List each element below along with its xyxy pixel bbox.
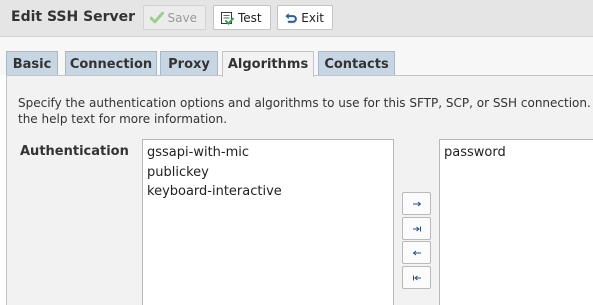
tab-proxy[interactable]: Proxy xyxy=(160,51,218,76)
list-item[interactable]: publickey xyxy=(147,163,393,183)
arrow-left-icon xyxy=(412,250,421,255)
test-button-label: Test xyxy=(238,10,262,25)
exit-button-label: Exit xyxy=(301,10,324,25)
test-button[interactable]: Test xyxy=(213,5,271,30)
add-button[interactable] xyxy=(402,192,431,215)
description-text: Specify the authentication options and a… xyxy=(18,96,593,127)
description-line-2: the help text for more information. xyxy=(18,111,228,126)
check-icon xyxy=(150,11,164,24)
description-line-1: Specify the authentication options and a… xyxy=(18,96,591,110)
remove-all-button[interactable] xyxy=(402,266,431,289)
title-bar: Edit SSH Server Save Test Exit xyxy=(0,0,593,37)
list-item[interactable]: password xyxy=(444,143,593,163)
add-all-button[interactable] xyxy=(402,217,431,240)
arrow-right-bar-icon xyxy=(412,226,421,231)
tab-algorithms[interactable]: Algorithms xyxy=(222,51,314,77)
save-button-label: Save xyxy=(167,10,197,25)
tab-basic[interactable]: Basic xyxy=(6,51,58,76)
selected-methods-list[interactable]: password xyxy=(439,139,593,305)
tab-connection[interactable]: Connection xyxy=(65,51,157,76)
arrow-right-icon xyxy=(412,201,421,206)
remove-button[interactable] xyxy=(402,241,431,264)
list-item[interactable]: keyboard-interactive xyxy=(147,182,393,202)
page-title: Edit SSH Server xyxy=(11,9,136,25)
tab-contacts[interactable]: Contacts xyxy=(318,51,395,76)
list-item[interactable]: gssapi-with-mic xyxy=(147,143,393,163)
undo-arrow-icon xyxy=(285,12,297,23)
exit-button[interactable]: Exit xyxy=(277,5,333,30)
authentication-label: Authentication xyxy=(20,144,129,159)
available-methods-list[interactable]: gssapi-with-mic publickey keyboard-inter… xyxy=(142,139,394,305)
arrow-left-bar-icon xyxy=(412,275,421,280)
test-doc-icon xyxy=(221,11,234,25)
tab-strip: Basic Connection Proxy Algorithms Contac… xyxy=(0,37,593,77)
save-button[interactable]: Save xyxy=(143,5,206,30)
